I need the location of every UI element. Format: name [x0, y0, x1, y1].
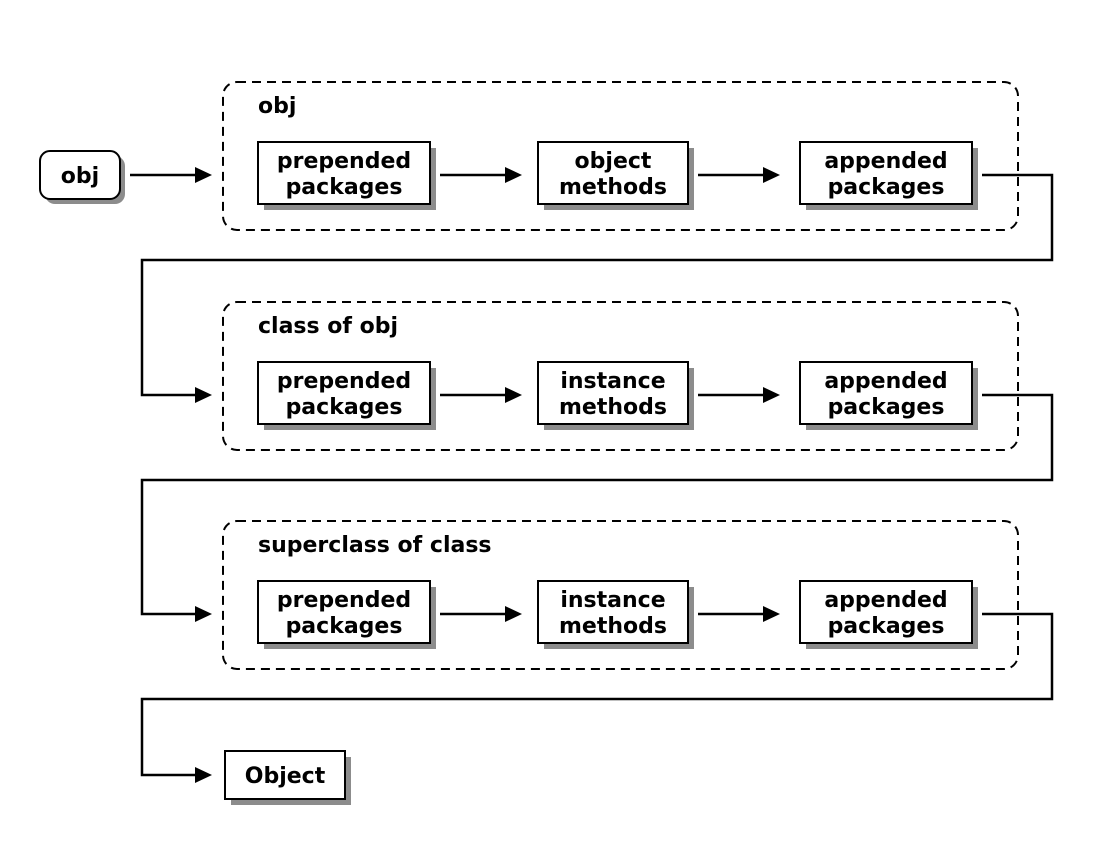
g0-left-l1: prepended	[277, 149, 411, 174]
g0-left-l2: packages	[286, 175, 403, 200]
arrow-g0-2	[698, 167, 780, 183]
g1-mid: instance methods	[538, 362, 694, 430]
arrow-g1-2	[698, 387, 780, 403]
node-object-label: Object	[245, 764, 326, 789]
g0-mid-l1: object	[575, 149, 652, 174]
group-class: class of obj prepended packages instance…	[223, 302, 1018, 450]
g2-left-l2: packages	[286, 614, 403, 639]
g1-right: appended packages	[800, 362, 978, 430]
g2-left-l1: prepended	[277, 588, 411, 613]
group-obj-title: obj	[258, 94, 296, 119]
arrow-g2-2	[698, 606, 780, 622]
arrow-g0-1	[440, 167, 522, 183]
g2-mid-l1: instance	[560, 588, 665, 613]
g0-right-l2: packages	[828, 175, 945, 200]
g2-mid-l2: methods	[559, 614, 667, 639]
group-superclass-title: superclass of class	[258, 533, 492, 558]
g1-right-l2: packages	[828, 395, 945, 420]
g1-right-l1: appended	[824, 369, 947, 394]
g1-left-l2: packages	[286, 395, 403, 420]
g1-left: prepended packages	[258, 362, 436, 430]
g2-right: appended packages	[800, 581, 978, 649]
g0-right: appended packages	[800, 142, 978, 210]
arrow-g2-1	[440, 606, 522, 622]
group-class-title: class of obj	[258, 314, 398, 339]
g2-right-l2: packages	[828, 614, 945, 639]
g1-left-l1: prepended	[277, 369, 411, 394]
g1-mid-l2: methods	[559, 395, 667, 420]
g0-left: prepended packages	[258, 142, 436, 210]
group-obj: obj prepended packages object methods	[223, 82, 1018, 230]
arrow-g1-1	[440, 387, 522, 403]
node-obj-label: obj	[61, 164, 99, 189]
g2-left: prepended packages	[258, 581, 436, 649]
g2-right-l1: appended	[824, 588, 947, 613]
g2-mid: instance methods	[538, 581, 694, 649]
g1-mid-l1: instance	[560, 369, 665, 394]
g0-mid-l2: methods	[559, 175, 667, 200]
group-superclass: superclass of class prepended packages i…	[223, 521, 1018, 669]
arrow-start-to-g0	[130, 167, 212, 183]
g0-mid: object methods	[538, 142, 694, 210]
g0-right-l1: appended	[824, 149, 947, 174]
node-obj: obj	[40, 151, 125, 204]
node-object: Object	[225, 751, 351, 805]
